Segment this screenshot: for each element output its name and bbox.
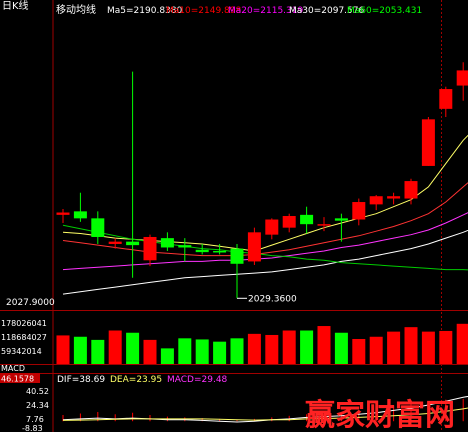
candle xyxy=(369,195,383,211)
candle-body xyxy=(282,216,296,228)
candle xyxy=(334,213,348,242)
volume-bars xyxy=(56,323,468,364)
volume-bar xyxy=(160,348,174,364)
indicator-label: 移动均线 xyxy=(56,3,96,16)
candle-body xyxy=(404,181,418,199)
candle-body xyxy=(300,214,314,225)
low-marker: 2029.3600 xyxy=(237,294,297,304)
volume-bar xyxy=(421,331,435,364)
candle-body xyxy=(317,224,331,226)
candle xyxy=(247,227,261,265)
ma-line-ma10 xyxy=(62,182,468,257)
volume-bar xyxy=(265,334,279,364)
volume-bar xyxy=(404,327,418,364)
candle-body xyxy=(73,211,87,219)
candle xyxy=(300,206,314,234)
candle xyxy=(387,192,401,205)
chart-canvas: 日K线 移动均线 Ma5=2190.8380Ma10=2149.898Ma20=… xyxy=(0,0,468,432)
volume-bar xyxy=(143,339,157,364)
candle-body xyxy=(369,196,383,205)
volume-bar xyxy=(456,323,468,364)
watermark-logo: 赢家财富网 xyxy=(305,398,455,432)
candle-body xyxy=(230,248,244,264)
volume-bar xyxy=(387,331,401,364)
candle-body xyxy=(456,70,468,86)
candle-body xyxy=(213,250,227,253)
volume-bar xyxy=(334,332,348,364)
candle xyxy=(421,117,435,166)
candle-body xyxy=(195,249,209,253)
candle xyxy=(91,211,105,244)
candle xyxy=(265,218,279,240)
volume-bar xyxy=(126,332,140,364)
macd-dif-readout: DIF=38.69 xyxy=(57,375,105,385)
candle xyxy=(73,192,87,222)
volume-bar xyxy=(282,330,296,364)
candle-body xyxy=(178,245,192,248)
volume-tick-label: 178026041 xyxy=(1,319,47,328)
macd-tick-label: 7.76 xyxy=(26,415,44,424)
volume-bar xyxy=(178,338,192,364)
volume-bar xyxy=(230,338,244,364)
ma-readouts: Ma5=2190.8380Ma10=2149.898Ma20=2115.319M… xyxy=(107,6,422,16)
candlesticks xyxy=(56,62,468,299)
candle xyxy=(126,71,140,278)
candle xyxy=(160,232,174,251)
candle-body xyxy=(421,119,435,166)
candle xyxy=(230,243,244,299)
volume-bar xyxy=(108,330,122,364)
macd-macd-readout: MACD=29.48 xyxy=(167,375,228,385)
candle-body xyxy=(247,232,261,262)
volume-bar xyxy=(300,330,314,364)
candle-body xyxy=(439,89,453,109)
macd-tick-label: 24.34 xyxy=(26,401,49,410)
macd-dea-readout: DEA=23.95 xyxy=(110,375,162,385)
candle xyxy=(178,238,192,262)
volume-bar xyxy=(213,341,227,364)
candle xyxy=(456,62,468,101)
volume-bar xyxy=(195,339,209,364)
price-axis-bottom-label: 2027.9000 xyxy=(6,298,55,308)
volume-bar xyxy=(352,338,366,364)
volume-bar xyxy=(91,339,105,364)
candle-body xyxy=(334,218,348,221)
candle-body xyxy=(160,238,174,248)
candle-body xyxy=(126,241,140,246)
candle xyxy=(282,213,296,233)
volume-bar xyxy=(317,326,331,364)
volume-bar xyxy=(369,336,383,364)
candle-body xyxy=(143,236,157,261)
macd-value-tag: 46.1578 xyxy=(1,375,34,384)
stock-chart: 日K线 移动均线 Ma5=2190.8380 Ma10=2149.898 Ma20=… xyxy=(0,0,468,432)
macd-tick-label: -8.83 xyxy=(22,424,43,432)
moving-average-lines xyxy=(62,134,468,295)
candle-body xyxy=(91,218,105,237)
candle-body xyxy=(265,219,279,235)
candle xyxy=(56,209,70,224)
candle xyxy=(352,198,366,226)
volume-bar xyxy=(56,335,70,364)
volume-bar xyxy=(73,336,87,364)
macd-name: MACD xyxy=(1,364,25,373)
candle xyxy=(404,178,418,205)
candle-body xyxy=(387,196,401,199)
ma-readout: Ma60=2053.431 xyxy=(347,6,422,16)
period-label: 日K线 xyxy=(2,0,29,12)
candle-body xyxy=(108,241,122,244)
volume-axis-labels: 178026041 118684027 59342014 xyxy=(1,319,47,356)
volume-bar xyxy=(439,330,453,364)
volume-tick-label: 118684027 xyxy=(1,333,47,342)
volume-tick-label: 59342014 xyxy=(1,347,42,356)
candle-body xyxy=(352,202,366,220)
candle-body xyxy=(56,212,70,215)
volume-bar xyxy=(247,333,261,364)
candle xyxy=(143,234,157,267)
low-marker-label: 2029.3600 xyxy=(248,294,297,304)
macd-tick-label: 40.52 xyxy=(26,387,49,396)
